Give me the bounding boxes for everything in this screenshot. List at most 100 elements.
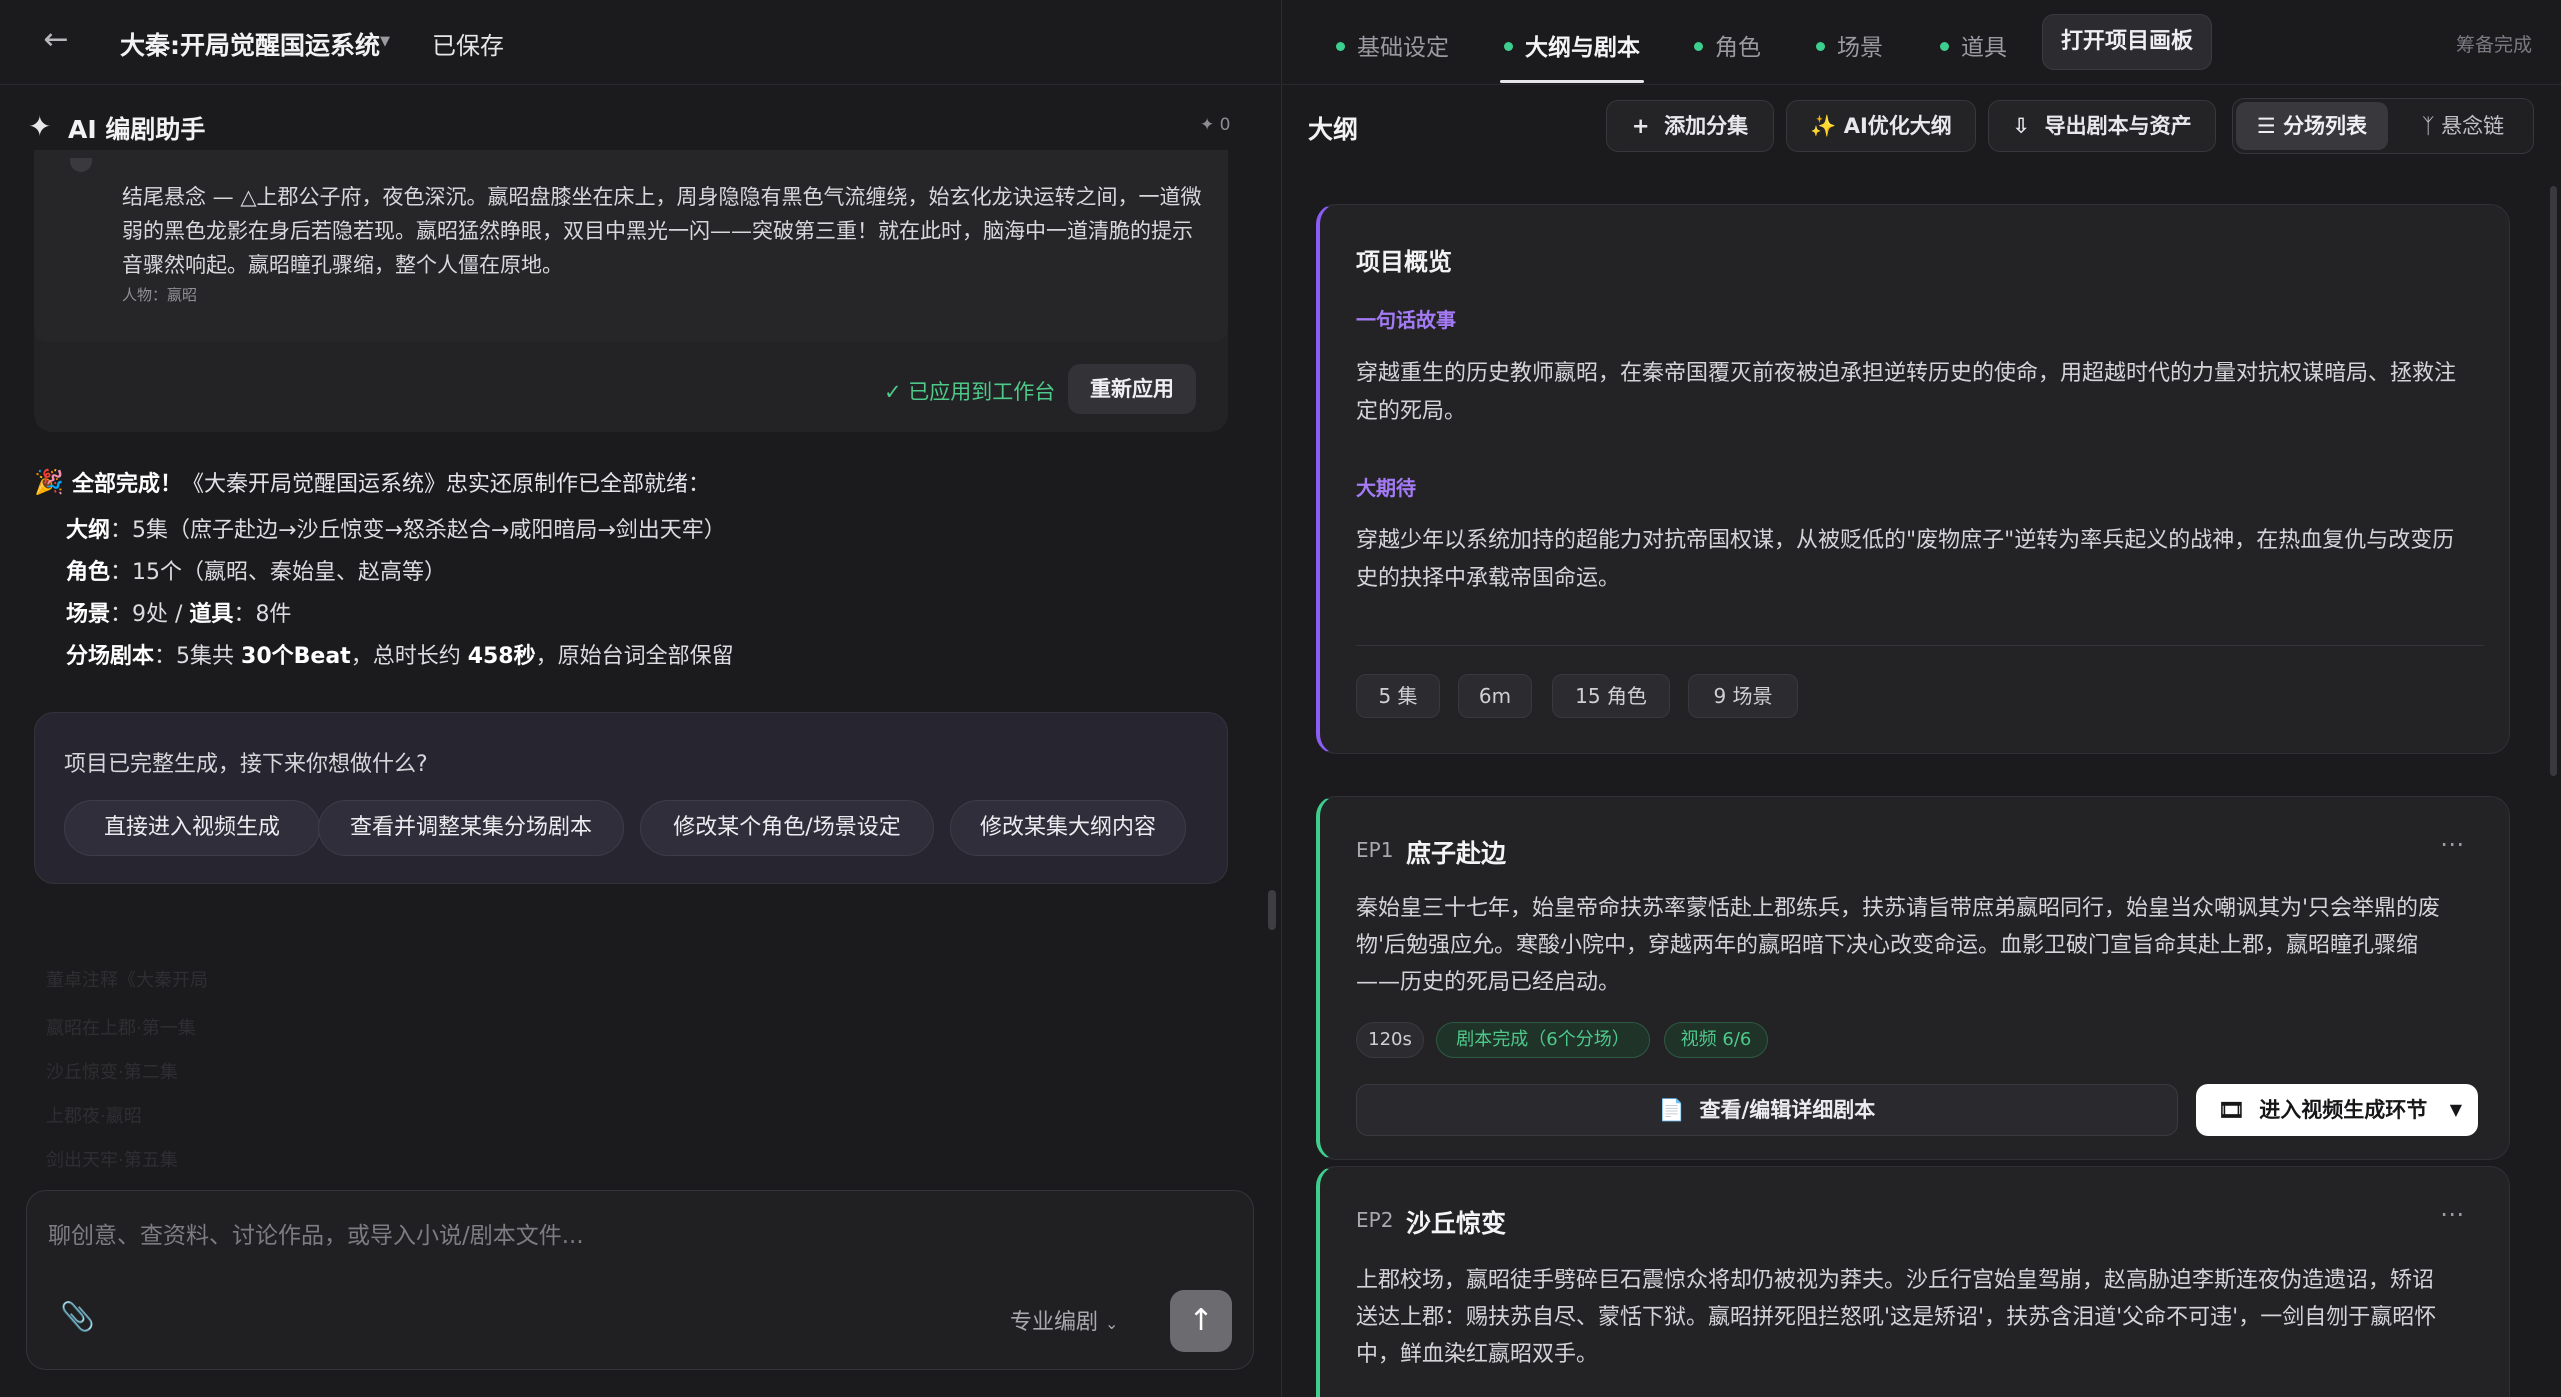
credit-count: ✦ 0 [1200, 115, 1231, 135]
completion-bold: 全部完成！ [72, 472, 183, 497]
option-go-video[interactable]: 直接进入视频生成 [64, 800, 320, 856]
export-button[interactable]: ⇩ 导出剧本与资产 [1988, 100, 2216, 152]
film-icon: 🎞 [2218, 1098, 2245, 1122]
tab-label: 基础设定 [1357, 35, 1449, 61]
completion-message: 全部完成！《大秦开局觉醒国运系统》忠实还原制作已全部就绪： [72, 466, 710, 498]
duration-tag: 120s [1356, 1022, 1424, 1058]
stat-roles: 角色：15个（嬴昭、秦始皇、赵高等） [66, 554, 446, 586]
send-button[interactable]: ↑ [1170, 1290, 1232, 1352]
workspace-scrollbar[interactable] [2550, 186, 2557, 776]
tab-basic-settings[interactable]: 基础设定 [1336, 28, 1449, 62]
mode-select[interactable]: 专业编剧 ⌄ [1010, 1304, 1118, 1336]
save-status: 已保存 [432, 32, 504, 60]
beat-text: 结尾悬念 — △上郡公子府，夜色深沉。嬴昭盘膝坐在床上，周身隐隐有黑色气流缠绕，… [122, 185, 1202, 277]
toggle-label: 悬念链 [2441, 114, 2505, 138]
completion-text: 《大秦开局觉醒国运系统》忠实还原制作已全部就绪： [182, 472, 711, 497]
button-label: 添加分集 [1664, 114, 1749, 138]
edit-script-button[interactable]: 📄 查看/编辑详细剧本 [1356, 1084, 2178, 1136]
stat-label: 道具 [189, 602, 234, 627]
overview-card [1316, 204, 2510, 754]
open-canvas-button[interactable]: 打开项目画板 [2042, 14, 2212, 70]
chevron-down-icon: ⌄ [1105, 1314, 1119, 1333]
expectation-label: 大期待 [1356, 476, 1416, 500]
tab-label: 场景 [1837, 35, 1883, 61]
toggle-label: 分场列表 [2283, 114, 2368, 138]
stat-scenes-props: 场景：9处 / 道具：8件 [66, 596, 291, 628]
applied-status: ✓ 已应用到工作台 [884, 380, 1056, 404]
option-edit-role-scene[interactable]: 修改某个角色/场景设定 [640, 800, 934, 856]
stat-value: ，原始台词全部保留 [535, 644, 734, 669]
stat-value: ：9处 / [110, 602, 190, 627]
tab-label: 道具 [1961, 35, 2007, 61]
episode-title[interactable]: 庶子赴边 [1406, 834, 1506, 870]
more-icon[interactable]: ⋯ [2440, 830, 2465, 858]
tab-roles[interactable]: 角色 [1694, 28, 1761, 62]
chevron-down-icon[interactable]: ▼ [380, 34, 390, 49]
ai-optimize-button[interactable]: ✨ AI优化大纲 [1786, 100, 1976, 152]
logline-text[interactable]: 穿越重生的历史教师嬴昭，在秦帝国覆灭前夜被迫承担逆转历史的使命，用超越时代的力量… [1356, 355, 2476, 431]
tab-label: 角色 [1715, 35, 1761, 61]
episode-number: EP2 [1356, 1208, 1394, 1232]
outline-title: 大纲 [1308, 115, 1359, 144]
episode-count-chip: 5 集 [1356, 674, 1440, 718]
plus-icon: + [1631, 114, 1650, 138]
mode-label: 专业编剧 [1010, 1310, 1099, 1335]
episode-summary[interactable]: 秦始皇三十七年，始皇帝命扶苏率蒙恬赴上郡练兵，扶苏请旨带庶弟嬴昭同行，始皇当众嘲… [1356, 890, 2446, 1001]
stat-seconds: 458秒 [467, 644, 536, 669]
scene-list-toggle[interactable]: ☰ 分场列表 [2236, 102, 2388, 150]
arrow-up-icon: ↑ [1188, 1303, 1214, 1338]
list-icon: ☰ [2256, 114, 2276, 138]
enter-video-button[interactable]: 🎞 进入视频生成环节 ▼ [2196, 1084, 2478, 1136]
prep-done-status[interactable]: 筹备完成 [2456, 30, 2532, 57]
overview-title: 项目概览 [1356, 248, 1452, 276]
chat-input[interactable] [48, 1216, 1228, 1256]
episode-title[interactable]: 沙丘惊变 [1406, 1204, 1506, 1240]
logline-label: 一句话故事 [1356, 308, 1456, 332]
branch-icon: ᛉ [2421, 114, 2435, 138]
project-title[interactable]: 大秦:开局觉醒国运系统 [120, 26, 380, 62]
option-edit-outline[interactable]: 修改某集大纲内容 [950, 800, 1186, 856]
faded-item: 上郡夜·嬴昭 [46, 1106, 142, 1127]
button-label: 导出剧本与资产 [2044, 114, 2192, 138]
video-status-tag: 视频 6/6 [1664, 1022, 1768, 1058]
suspense-chain-toggle[interactable]: ᛉ 悬念链 [2396, 102, 2530, 150]
stat-value: ：8件 [233, 602, 292, 627]
header-divider [0, 84, 1280, 85]
tab-props[interactable]: 道具 [1940, 28, 2007, 62]
option-adjust-script[interactable]: 查看并调整某集分场剧本 [318, 800, 624, 856]
chevron-down-icon[interactable]: ▼ [2450, 1084, 2462, 1136]
more-icon[interactable]: ⋯ [2440, 1200, 2465, 1228]
tab-outline-script[interactable]: 大纲与剧本 [1504, 28, 1640, 62]
stat-label: 分场剧本 [66, 644, 155, 669]
episode-summary[interactable]: 上郡校场，嬴昭徒手劈碎巨石震惊众将却仍被视为莽夫。沙丘行宫始皇驾崩，赵高胁迫李斯… [1356, 1262, 2446, 1373]
stat-value: ：15个（嬴昭、秦始皇、赵高等） [110, 560, 447, 585]
party-popper-icon: 🎉 [34, 468, 64, 496]
status-dot [1940, 42, 1949, 51]
stat-label: 大纲 [66, 518, 111, 543]
roles-chip: 15 角色 [1552, 674, 1670, 718]
reapply-button[interactable]: 重新应用 [1068, 364, 1196, 414]
download-icon: ⇩ [2012, 114, 2030, 138]
stat-value: ：5集（庶子赴边→沙丘惊变→怒杀赵合→咸阳暗局→剑出天牢） [110, 518, 726, 543]
arrow-left-icon[interactable]: ← [38, 22, 74, 58]
faded-item: 嬴昭在上郡·第一集 [46, 1018, 196, 1039]
expectation-text[interactable]: 穿越少年以系统加持的超能力对抗帝国权谋，从被贬低的"废物庶子"逆转为率兵起义的战… [1356, 522, 2476, 598]
stat-value: ：5集共 [154, 644, 242, 669]
stat-label: 角色 [66, 560, 111, 585]
add-episode-button[interactable]: + 添加分集 [1606, 100, 1774, 152]
sparkle-icon: ✦ [28, 110, 52, 143]
paperclip-icon[interactable]: 📎 [60, 1300, 95, 1333]
status-dot [1694, 42, 1703, 51]
overview-divider [1356, 645, 2484, 646]
active-tab-indicator [1500, 80, 1644, 83]
assistant-title: AI 编剧助手 [68, 115, 206, 144]
duration-chip: 6m [1458, 674, 1532, 718]
tab-scenes[interactable]: 场景 [1816, 28, 1883, 62]
stat-value: ，总时长约 [350, 644, 468, 669]
chat-scrollbar[interactable] [1268, 890, 1276, 930]
stat-label: 场景 [66, 602, 111, 627]
next-step-question: 项目已完整生成，接下来你想做什么? [64, 752, 428, 777]
tab-label: 大纲与剧本 [1525, 35, 1640, 61]
status-dot [1816, 42, 1825, 51]
beat-people: 人物：嬴昭 [122, 286, 198, 304]
